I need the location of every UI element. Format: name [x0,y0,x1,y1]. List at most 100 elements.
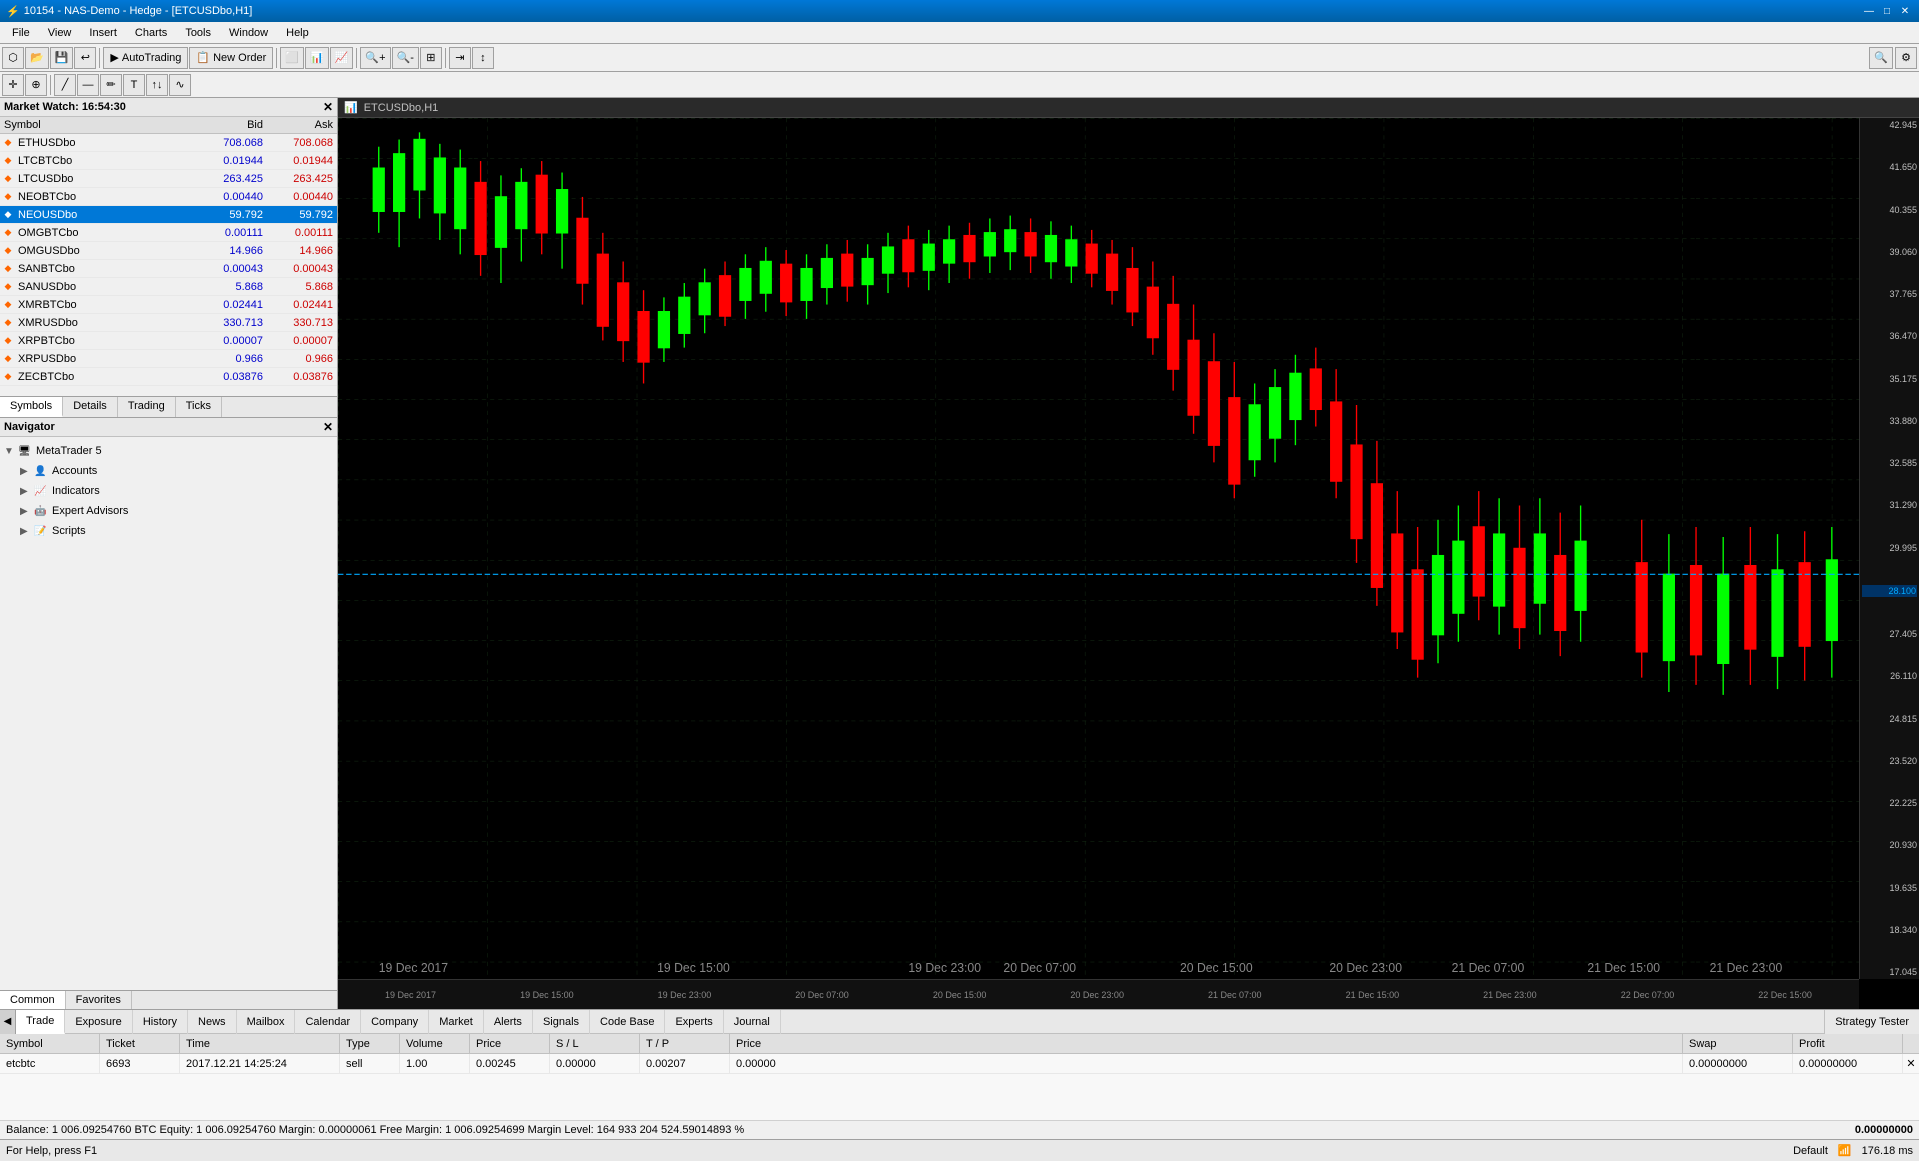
chart-bar-button[interactable]: ⬜ [280,47,304,69]
open-button[interactable]: 📂 [25,47,49,69]
tab-favorites[interactable]: Favorites [66,991,132,1009]
scroll-end-button[interactable]: ⇥ [449,47,471,69]
navigator-item[interactable]: ▶ 🤖 Expert Advisors [0,501,337,521]
menu-insert[interactable]: Insert [81,25,125,41]
market-watch-row[interactable]: ◆ XMRUSDbo 330.713 330.713 [0,314,337,332]
price-label-12: 27.405 [1862,629,1917,639]
market-watch-row[interactable]: ◆ LTCBTCbo 0.01944 0.01944 [0,152,337,170]
minimize-button[interactable]: — [1861,3,1877,19]
tab-exposure[interactable]: Exposure [65,1010,132,1034]
navigator-item[interactable]: ▶ 📝 Scripts [0,521,337,541]
text-button[interactable]: T [123,74,145,96]
navigator-panel: Navigator ✕ ▼ 🖥 MetaTrader 5 ▶ 👤 Account… [0,418,337,1009]
search-button[interactable]: 🔍 [1869,47,1893,69]
cursor-button[interactable]: ✛ [2,74,24,96]
total-profit: 0.00000000 [1855,1124,1913,1136]
channel-button[interactable]: ∿ [169,74,191,96]
navigator-item[interactable]: ▼ 🖥 MetaTrader 5 [0,441,337,461]
trade-type: sell [340,1054,400,1073]
tab-ticks[interactable]: Ticks [176,397,222,417]
strategy-tester-button[interactable]: Strategy Tester [1824,1010,1919,1034]
app-icon: ⚡ [6,5,20,18]
fib-button[interactable]: ↑↓ [146,74,168,96]
tab-mailbox[interactable]: Mailbox [237,1010,296,1034]
trade-close-button[interactable]: ✕ [1903,1057,1919,1070]
tab-details[interactable]: Details [63,397,118,417]
window-controls[interactable]: — □ ✕ [1861,3,1913,19]
market-watch-row[interactable]: ◆ XMRBTCbo 0.02441 0.02441 [0,296,337,314]
separator [99,48,100,68]
market-watch-close[interactable]: ✕ [323,100,333,114]
market-watch-row[interactable]: ◆ OMGUSDbo 14.966 14.966 [0,242,337,260]
tab-market[interactable]: Market [429,1010,484,1034]
price-label-4: 39.060 [1862,247,1917,257]
symbol-icon: ◆ [0,173,16,184]
tab-signals[interactable]: Signals [533,1010,590,1034]
draw-button[interactable]: ✏ [100,74,122,96]
price-label-19: 18.340 [1862,925,1917,935]
market-watch-row[interactable]: ◆ LTCUSDbo 263.425 263.425 [0,170,337,188]
navigator-item[interactable]: ▶ 📈 Indicators [0,481,337,501]
zoom-out-button[interactable]: 🔍- [392,47,419,69]
menu-window[interactable]: Window [221,25,276,41]
chart-canvas-wrap[interactable]: 19 Dec 2017 19 Dec 15:00 19 Dec 23:00 20… [338,118,1919,1009]
col-sl: S / L [550,1034,640,1053]
save-button[interactable]: 💾 [50,47,74,69]
market-watch-row[interactable]: ◆ ETHUSDbo 708.068 708.068 [0,134,337,152]
tab-alerts[interactable]: Alerts [484,1010,533,1034]
price-label-13: 26.110 [1862,671,1917,681]
trade-symbol: etcbtc [0,1054,100,1073]
toolbar-main: ⬡ 📂 💾 ↩ ▶ AutoTrading 📋 New Order ⬜ 📊 📈 … [0,44,1919,72]
market-watch-row[interactable]: ◆ ZECBTCbo 0.03876 0.03876 [0,368,337,386]
tab-calendar[interactable]: Calendar [295,1010,361,1034]
autoscroll-button[interactable]: ↕ [472,47,494,69]
symbol-bid: 5.868 [187,281,267,293]
new-order-button[interactable]: 📋 New Order [189,47,273,69]
tab-experts[interactable]: Experts [665,1010,723,1034]
market-watch-row[interactable]: ◆ SANUSDbo 5.868 5.868 [0,278,337,296]
toolbox-button[interactable]: ◀ [0,1010,16,1034]
close-button[interactable]: ✕ [1897,3,1913,19]
market-watch-row[interactable]: ◆ NEOBTCbo 0.00440 0.00440 [0,188,337,206]
properties-button[interactable]: ⊞ [420,47,442,69]
bottom-tabs-bar: ◀ Trade Exposure History News Mailbox Ca… [0,1010,1919,1034]
price-scale: 42.945 41.650 40.355 39.060 37.765 36.47… [1859,118,1919,979]
market-watch-row[interactable]: ◆ OMGBTCbo 0.00111 0.00111 [0,224,337,242]
crosshair-button[interactable]: ⊕ [25,74,47,96]
navigator-close[interactable]: ✕ [323,420,333,434]
tab-journal[interactable]: Journal [724,1010,781,1034]
tree-expand-icon: ▶ [20,506,34,517]
nav-item-label: Accounts [52,465,97,477]
symbol-name: NEOUSDbo [16,209,187,221]
market-watch-row[interactable]: ◆ XRPUSDbo 0.966 0.966 [0,350,337,368]
tab-history[interactable]: History [133,1010,188,1034]
line-button[interactable]: ╱ [54,74,76,96]
tab-company[interactable]: Company [361,1010,429,1034]
menu-view[interactable]: View [40,25,80,41]
tab-trading[interactable]: Trading [118,397,176,417]
market-watch-row[interactable]: ◆ NEOUSDbo 59.792 59.792 [0,206,337,224]
market-watch-row[interactable]: ◆ XRPBTCbo 0.00007 0.00007 [0,332,337,350]
undo-button[interactable]: ↩ [74,47,96,69]
trade-row-1: etcbtc 6693 2017.12.21 14:25:24 sell 1.0… [0,1054,1919,1074]
menu-file[interactable]: File [4,25,38,41]
tab-common[interactable]: Common [0,991,66,1009]
chart-line-button[interactable]: 📈 [330,47,354,69]
menu-tools[interactable]: Tools [177,25,219,41]
tab-news[interactable]: News [188,1010,237,1034]
tab-trade[interactable]: Trade [16,1010,65,1034]
autotrading-button[interactable]: ▶ AutoTrading [103,47,188,69]
symbol-ask: 330.713 [267,317,337,329]
new-chart-button[interactable]: ⬡ [2,47,24,69]
navigator-item[interactable]: ▶ 👤 Accounts [0,461,337,481]
settings-button[interactable]: ⚙ [1895,47,1917,69]
market-watch-row[interactable]: ◆ SANBTCbo 0.00043 0.00043 [0,260,337,278]
chart-candle-button[interactable]: 📊 [305,47,329,69]
menu-charts[interactable]: Charts [127,25,175,41]
tab-codebase[interactable]: Code Base [590,1010,665,1034]
tab-symbols[interactable]: Symbols [0,397,63,417]
menu-help[interactable]: Help [278,25,317,41]
zoom-in-button[interactable]: 🔍+ [360,47,390,69]
hline-button[interactable]: — [77,74,99,96]
maximize-button[interactable]: □ [1879,3,1895,19]
